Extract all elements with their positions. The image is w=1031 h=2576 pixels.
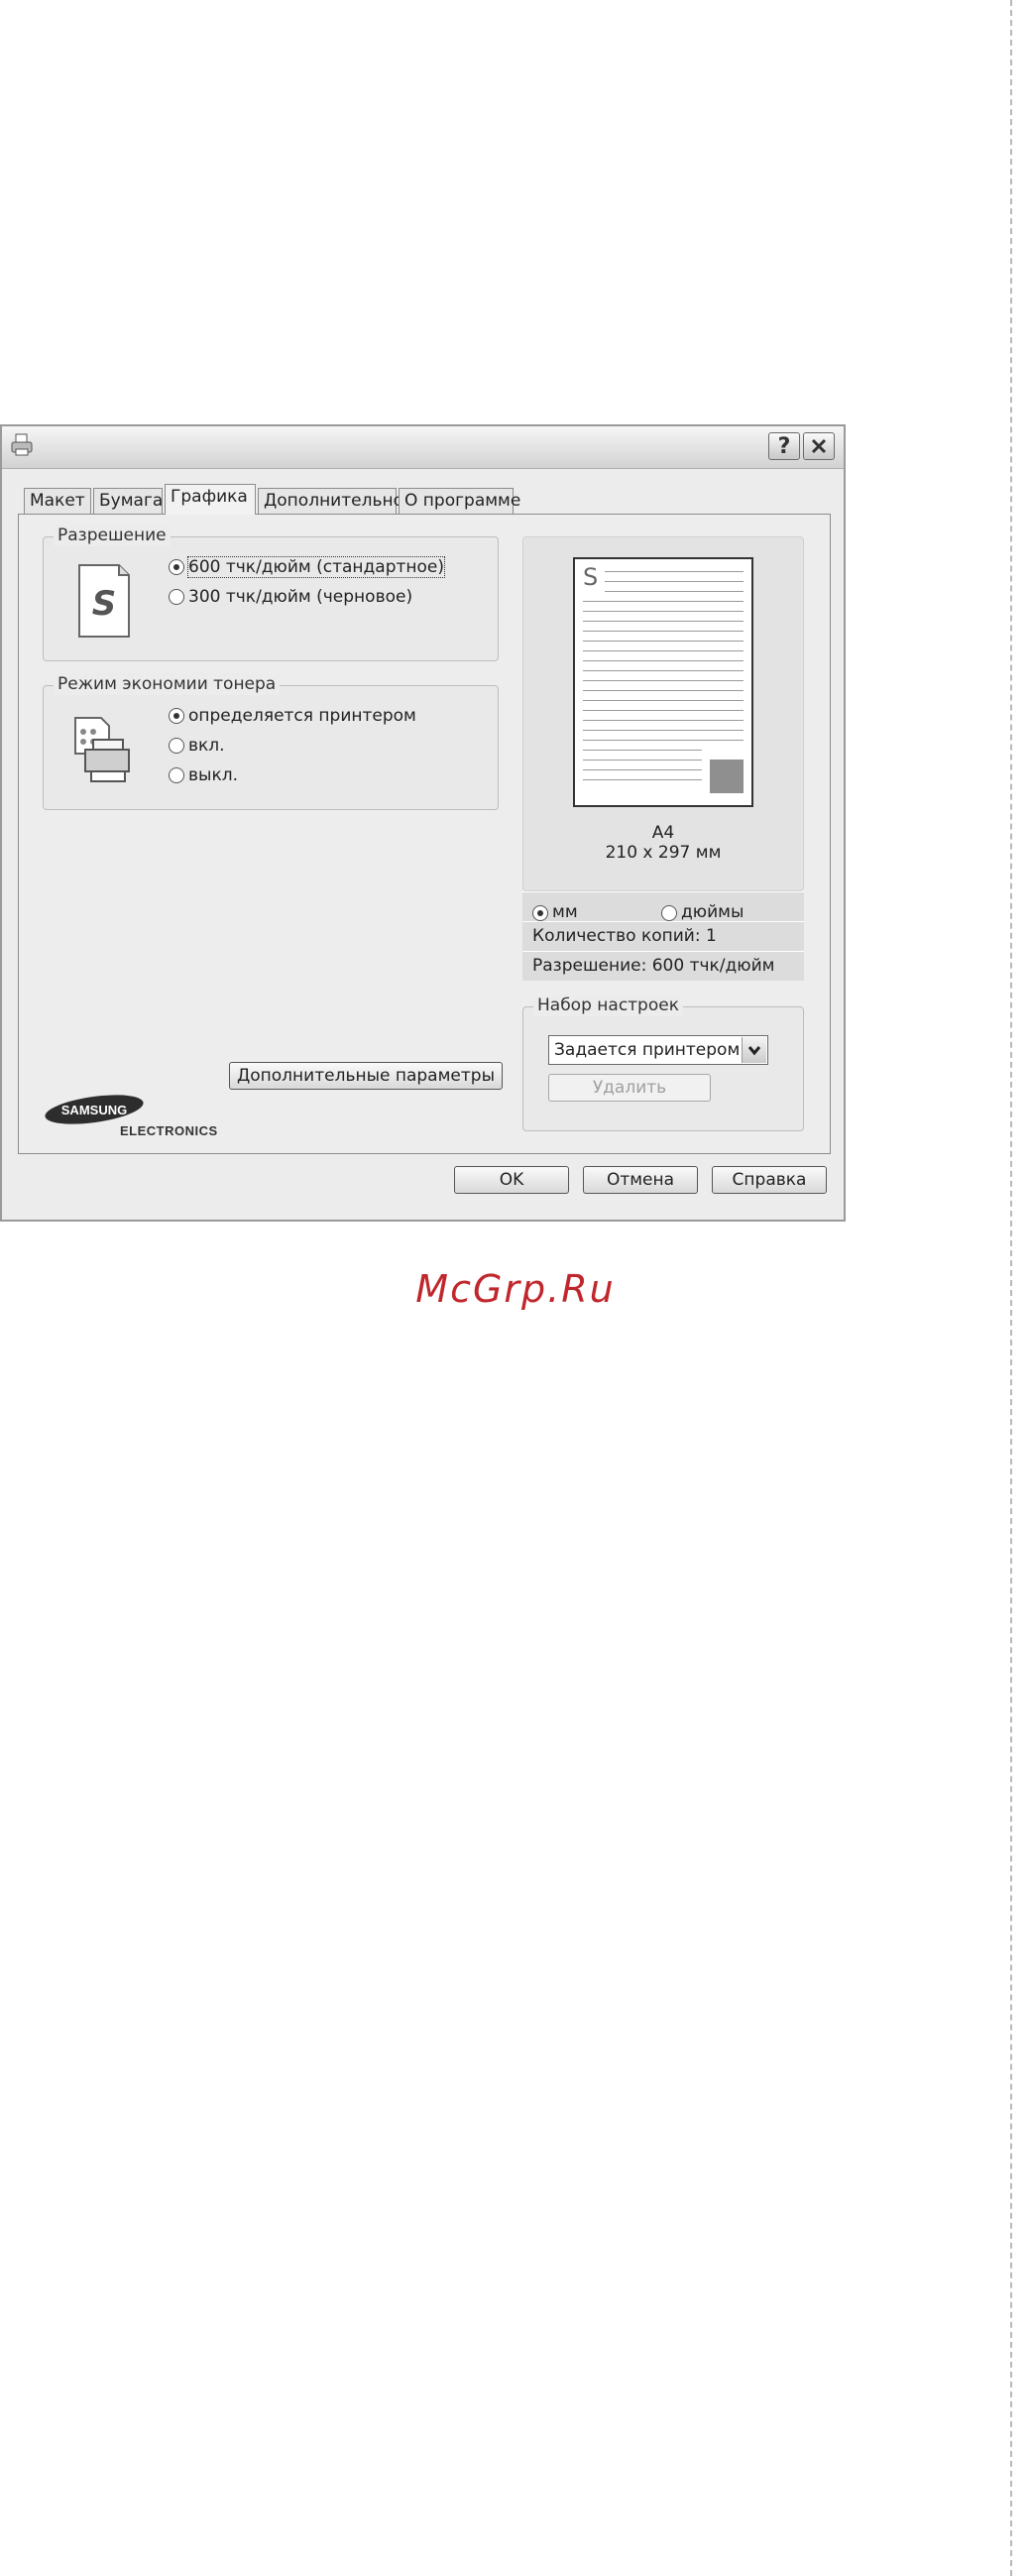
resolution-300-label: 300 тчк/дюйм (черновое) <box>188 587 413 607</box>
toner-off-label: выкл. <box>188 765 238 785</box>
page-thumbnail: S <box>573 557 753 807</box>
page-thumb-line <box>583 710 744 711</box>
page-thumb-line <box>583 760 702 761</box>
page-thumb-line <box>583 779 702 780</box>
page-thumb-line <box>605 591 744 592</box>
chevron-down-icon <box>747 1046 761 1056</box>
document-s-icon: S <box>78 564 130 638</box>
page-thumb-line <box>583 611 744 612</box>
toner-group-title: Режим экономии тонера <box>54 673 281 695</box>
watermark-text: McGrp.Ru <box>415 1267 616 1311</box>
help-title-button[interactable]: ? <box>768 432 800 460</box>
radio-unselected[interactable] <box>169 738 184 754</box>
graphics-panel: Разрешение S 600 тчк/дюйм (стандартное) … <box>18 514 831 1154</box>
page-thumb-line <box>583 680 744 681</box>
print-properties-dialog: ? Макет Бумага Графика Дополнительно О п… <box>0 424 846 1222</box>
radio-unselected[interactable] <box>169 589 184 605</box>
radio-unselected[interactable] <box>661 904 677 921</box>
close-button[interactable] <box>803 432 835 460</box>
tab-graphics[interactable]: Графика <box>165 484 256 515</box>
favorites-group-title: Набор настроек <box>533 995 683 1016</box>
page-thumb-line <box>583 670 744 671</box>
resolution-600-label: 600 тчк/дюйм (стандартное) <box>186 556 446 578</box>
help-button[interactable]: Справка <box>712 1166 827 1194</box>
units-row: мм дюймы <box>522 891 804 922</box>
page-thumb-line <box>583 601 744 602</box>
page-thumb-line <box>583 720 744 721</box>
page-thumb-line <box>583 750 702 751</box>
samsung-logo: SAMSUNG ELECTRONICS <box>43 1092 221 1139</box>
delete-favorite-button[interactable]: Удалить <box>548 1074 711 1102</box>
toner-off-option[interactable]: выкл. <box>169 765 238 785</box>
dropdown-button[interactable] <box>742 1037 766 1063</box>
page-thumb-line <box>583 660 744 661</box>
samsung-logo-shape: SAMSUNG <box>45 1095 144 1124</box>
radio-unselected[interactable] <box>169 767 184 783</box>
toner-printer-default-option[interactable]: определяется принтером <box>169 706 416 726</box>
paper-size: 210 x 297 мм <box>605 843 722 863</box>
toner-printer-default-label: определяется принтером <box>188 706 416 726</box>
advanced-options-button[interactable]: Дополнительные параметры <box>229 1062 503 1090</box>
toner-on-label: вкл. <box>188 736 225 756</box>
page-thumb-line <box>583 740 744 741</box>
samsung-logo-text: SAMSUNG <box>61 1103 127 1117</box>
favorites-select[interactable]: Задается принтером <box>548 1035 768 1065</box>
radio-selected[interactable] <box>532 904 548 921</box>
copies-info: Количество копий: 1 <box>522 921 804 951</box>
tab-about[interactable]: О программе <box>399 488 520 514</box>
page-thumb-image-block <box>710 760 744 793</box>
resolution-group-title: Разрешение <box>54 525 171 546</box>
ok-button[interactable]: OK <box>454 1166 569 1194</box>
toner-printer-icon <box>74 717 130 782</box>
page-thumb-line <box>583 700 744 701</box>
favorites-selected-value: Задается принтером <box>554 1040 741 1060</box>
electronics-logo-text: ELECTRONICS <box>120 1123 218 1138</box>
resolution-info: Разрешение: 600 тчк/дюйм <box>522 951 804 981</box>
help-icon: ? <box>777 433 791 459</box>
page-thumb-line <box>605 571 744 572</box>
favorites-group: Набор настроек <box>522 995 804 1131</box>
cancel-button[interactable]: Отмена <box>583 1166 698 1194</box>
resolution-300-option[interactable]: 300 тчк/дюйм (черновое) <box>169 587 412 607</box>
page-thumb-line <box>583 650 744 651</box>
toner-on-option[interactable]: вкл. <box>169 736 225 756</box>
page-thumb-line <box>583 690 744 691</box>
toner-save-group: Режим экономии тонера определяется принт… <box>43 673 499 810</box>
resolution-600-option[interactable]: 600 тчк/дюйм (стандартное) <box>169 556 446 578</box>
page-thumb-letter: S <box>583 563 599 591</box>
page-thumb-line <box>583 641 744 642</box>
resolution-group: Разрешение S 600 тчк/дюйм (стандартное) … <box>43 525 499 661</box>
radio-selected[interactable] <box>169 708 184 724</box>
tab-layout[interactable]: Макет <box>24 488 91 514</box>
page-thumb-line <box>583 730 744 731</box>
page-preview: S A4 210 x 297 мм <box>522 536 804 891</box>
page-thumb-line <box>583 631 744 632</box>
page-thumb-line <box>583 621 744 622</box>
svg-text:S: S <box>92 584 117 624</box>
paper-name: A4 <box>651 823 675 843</box>
title-bar[interactable]: ? <box>2 426 844 469</box>
page-thumb-line <box>605 581 744 582</box>
tab-paper[interactable]: Бумага <box>93 488 163 514</box>
page-thumb-line <box>583 769 702 770</box>
radio-selected[interactable] <box>169 559 184 575</box>
printer-app-icon <box>11 433 33 456</box>
close-icon <box>811 438 827 454</box>
tab-advanced[interactable]: Дополнительно <box>258 488 403 514</box>
